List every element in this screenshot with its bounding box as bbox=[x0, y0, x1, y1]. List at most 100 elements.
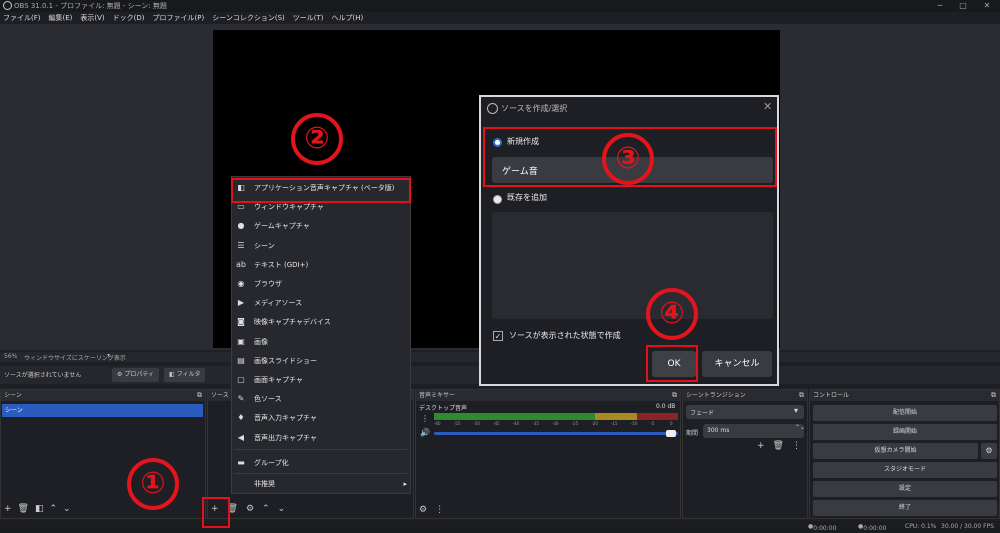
meter-tick-label: -35 bbox=[532, 421, 539, 426]
close-icon[interactable]: ✕ bbox=[763, 100, 772, 113]
transition-select[interactable]: フェード ▾ bbox=[686, 405, 804, 419]
popout-icon[interactable]: ⧉ bbox=[799, 390, 804, 401]
meter-tick-label: -20 bbox=[591, 421, 598, 426]
popout-icon[interactable]: ⧉ bbox=[197, 390, 202, 401]
menu-item-label: 映像キャプチャデバイス bbox=[254, 318, 331, 327]
callout-3: ③ bbox=[602, 133, 654, 185]
menu-edit[interactable]: 編集(E) bbox=[49, 12, 73, 24]
list-icon: ☰ bbox=[237, 240, 245, 250]
gear-icon[interactable]: ⚙ bbox=[246, 504, 254, 514]
trash-icon[interactable]: 🗑 bbox=[773, 441, 784, 451]
speaker-icon[interactable]: 🔊 bbox=[420, 428, 430, 437]
cpu-usage: CPU: 0.1% bbox=[905, 523, 937, 530]
meter-tick-label: -30 bbox=[552, 421, 559, 426]
meter-tick-label: -15 bbox=[611, 421, 618, 426]
gear-icon[interactable]: ⚙ bbox=[981, 443, 997, 459]
menu-item[interactable]: ▤ 画像スライドショー bbox=[235, 351, 317, 370]
start-recording-button[interactable]: 録画開始 bbox=[813, 424, 997, 440]
duration-input[interactable]: 300 ms ⌃⌄ bbox=[703, 424, 805, 438]
menu-item[interactable]: ab テキスト (GDI+) bbox=[235, 255, 308, 274]
gamepad-icon: ● bbox=[237, 221, 245, 231]
menu-item[interactable]: ◉ ブラウザ bbox=[235, 274, 283, 293]
filters-button[interactable]: ◧ フィルタ bbox=[164, 368, 206, 382]
menu-item[interactable]: ☰ シーン bbox=[235, 236, 274, 255]
filter-icon: ◧ bbox=[169, 371, 175, 378]
menu-item[interactable]: ◙ 映像キャプチャデバイス bbox=[235, 312, 331, 331]
title-bar: OBS 31.0.1 - プロファイル: 無題 - シーン: 無題 ─ □ ✕ bbox=[0, 0, 1000, 12]
window-title: OBS 31.0.1 - プロファイル: 無題 - シーン: 無題 bbox=[14, 2, 167, 10]
popout-icon[interactable]: ⧉ bbox=[672, 390, 677, 401]
add-scene-button[interactable]: + bbox=[4, 504, 12, 514]
obs-logo-icon bbox=[3, 1, 12, 10]
add-source-menu: ◧ アプリケーション音声キャプチャ (ベータ版) ▭ ウィンドウキャプチャ ● ゲームキャ… bbox=[231, 176, 411, 494]
filter-icon[interactable]: ◧ bbox=[35, 504, 44, 514]
scenes-header: シーン ⧉ bbox=[1, 390, 205, 401]
mixer-toolbar: ⚙ ⋮ bbox=[419, 505, 444, 515]
menu-scene-collection[interactable]: シーンコレクション(S) bbox=[212, 12, 285, 24]
maximize-button[interactable]: □ bbox=[953, 0, 973, 12]
minimize-button[interactable]: ─ bbox=[930, 0, 950, 12]
exit-button[interactable]: 終了 bbox=[813, 500, 997, 516]
chevron-down-icon[interactable]: ⌄ bbox=[63, 504, 71, 514]
start-virtual-camera-button[interactable]: 仮想カメラ開始 bbox=[813, 443, 978, 459]
visible-checkbox[interactable]: ✓ bbox=[493, 331, 503, 341]
chevron-up-icon[interactable]: ⌃ bbox=[262, 504, 270, 514]
add-transition-button[interactable]: + bbox=[757, 441, 765, 451]
studio-mode-button[interactable]: スタジオモード bbox=[813, 462, 997, 478]
menu-item[interactable]: ✎ 色ソース bbox=[235, 389, 282, 408]
mixer-menu-icon[interactable]: ⋮ bbox=[421, 414, 429, 423]
text-icon: ab bbox=[236, 259, 246, 269]
menu-tools[interactable]: ツール(T) bbox=[293, 12, 324, 24]
stream-time: ● 0:00:00 bbox=[808, 523, 837, 532]
menu-view[interactable]: 表示(V) bbox=[80, 12, 104, 24]
gear-icon[interactable]: ⚙ bbox=[419, 505, 427, 515]
add-existing-radio[interactable] bbox=[493, 195, 502, 204]
menu-item-label: 画像 bbox=[254, 337, 268, 346]
menu-item-group[interactable]: ▬ グループ化 bbox=[235, 453, 288, 472]
dialog-title: ソースを作成/選択 bbox=[501, 104, 568, 113]
existing-sources-list[interactable] bbox=[492, 212, 773, 319]
cancel-button[interactable]: キャンセル bbox=[702, 351, 772, 377]
menu-icon[interactable]: ⋮ bbox=[792, 441, 801, 451]
menu-item[interactable]: ▶ メディアソース bbox=[235, 293, 302, 312]
menu-item-label: テキスト (GDI+) bbox=[254, 260, 309, 269]
menu-help[interactable]: ヘルプ(H) bbox=[332, 12, 364, 24]
folder-icon: ▬ bbox=[237, 457, 245, 467]
properties-button[interactable]: ⚙ プロパティ bbox=[112, 368, 159, 382]
menu-file[interactable]: ファイル(F) bbox=[3, 12, 41, 24]
trash-icon[interactable]: 🗑 bbox=[18, 504, 29, 514]
menu-item[interactable]: ▢ 画面キャプチャ bbox=[235, 370, 303, 389]
globe-icon: ◉ bbox=[237, 279, 245, 288]
menu-item[interactable]: ▣ 画像 bbox=[235, 332, 268, 351]
visible-checkbox-label: ソースが表示された状態で作成 bbox=[509, 331, 621, 340]
popout-icon[interactable]: ⧉ bbox=[991, 390, 996, 401]
scaling-dropdown-icon[interactable]: ▾ bbox=[107, 352, 110, 359]
duration-label: 期間 bbox=[686, 430, 699, 437]
menu-bar: ファイル(F) 編集(E) 表示(V) ドック(D) プロファイル(P) シーン… bbox=[0, 12, 1000, 24]
fps-readout: 30.00 / 30.00 FPS bbox=[941, 523, 994, 530]
scenes-toolbar: + 🗑 ◧ ⌃ ⌄ bbox=[4, 504, 71, 514]
menu-item-deprecated[interactable]: 非推奨 ▸ bbox=[235, 475, 407, 494]
close-button[interactable]: ✕ bbox=[977, 0, 997, 12]
menu-icon[interactable]: ⋮ bbox=[435, 505, 444, 515]
controls-header: コントロール ⧉ bbox=[810, 390, 999, 401]
menu-profile[interactable]: プロファイル(P) bbox=[153, 12, 205, 24]
stepper-icon[interactable]: ⌃⌄ bbox=[795, 424, 805, 431]
start-streaming-button[interactable]: 配信開始 bbox=[813, 405, 997, 421]
volume-slider[interactable] bbox=[434, 432, 678, 435]
menu-item[interactable]: ● ゲームキャプチャ bbox=[235, 216, 310, 235]
menu-docks[interactable]: ドック(D) bbox=[113, 12, 145, 24]
chevron-right-icon: ▸ bbox=[403, 479, 407, 488]
menu-separator bbox=[235, 472, 407, 474]
volume-slider-handle[interactable] bbox=[666, 430, 676, 437]
scaling-mode[interactable]: ウィンドウサイズにスケーリング表示 bbox=[24, 353, 126, 362]
camera-icon: ◙ bbox=[237, 317, 245, 327]
menu-item-label: 音声出力キャプチャ bbox=[254, 433, 317, 442]
menu-item[interactable]: ◀ 音声出力キャプチャ bbox=[235, 428, 317, 447]
menu-item-label: ウィンドウキャプチャ bbox=[254, 203, 324, 212]
scene-list-item[interactable]: シーン bbox=[2, 404, 203, 417]
chevron-up-icon[interactable]: ⌃ bbox=[50, 504, 58, 514]
settings-button[interactable]: 設定 bbox=[813, 481, 997, 497]
menu-item[interactable]: ♦ 音声入力キャプチャ bbox=[235, 408, 317, 427]
chevron-down-icon[interactable]: ⌄ bbox=[278, 504, 286, 514]
